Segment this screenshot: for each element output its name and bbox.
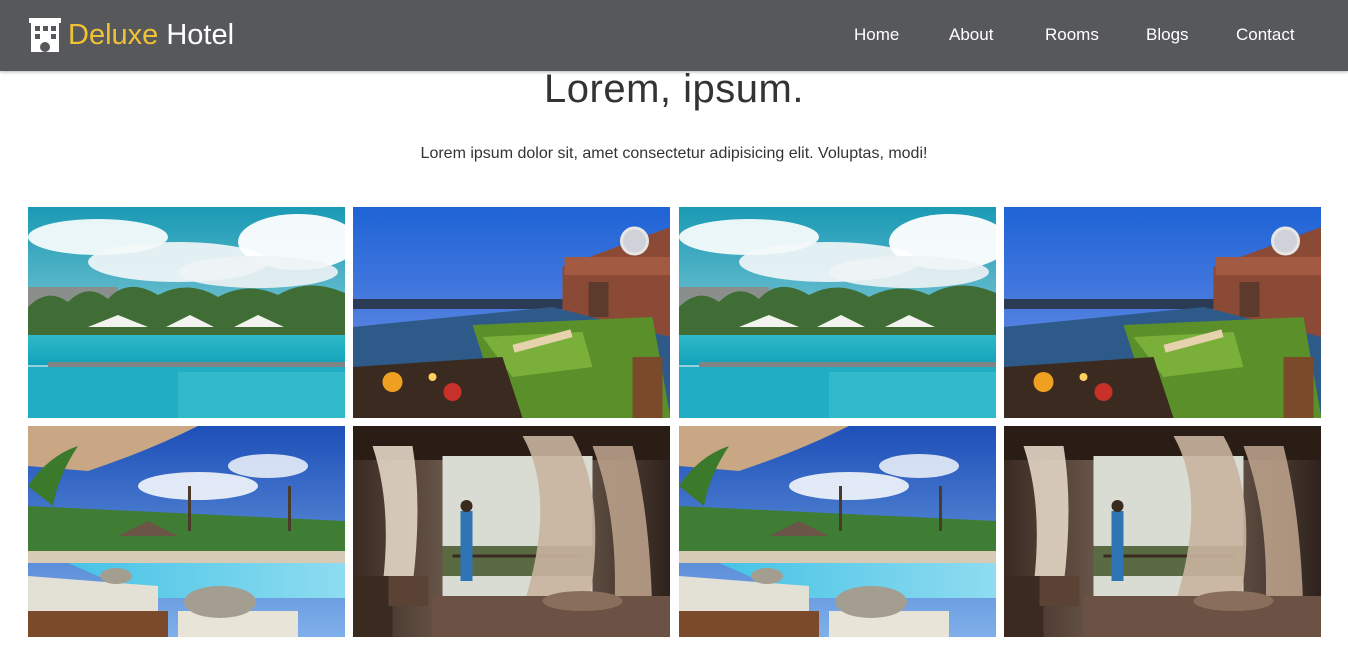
nav-link-about[interactable]: About (949, 24, 993, 46)
section-subtitle: Lorem ipsum dolor sit, amet consectetur … (420, 145, 928, 162)
gallery-photo-daytime-pool[interactable] (28, 207, 345, 418)
gallery-photo-sunset-terrace[interactable] (1004, 207, 1321, 418)
gallery-photo-tropical-pool[interactable] (28, 426, 345, 637)
section-title: Lorem, ipsum. (544, 67, 804, 111)
gallery-photo-daytime-pool[interactable] (679, 207, 996, 418)
nav-link-home[interactable]: Home (854, 24, 899, 46)
nav-link-blogs[interactable]: Blogs (1146, 24, 1189, 46)
top-navbar: Deluxe Hotel Home About Rooms Blogs Cont… (0, 0, 1348, 71)
gallery-photo-tropical-pool[interactable] (679, 426, 996, 637)
nav-link-rooms[interactable]: Rooms (1045, 24, 1099, 46)
hotel-building-icon (29, 18, 61, 52)
gallery-photo-canopy-bedroom[interactable] (353, 426, 670, 637)
brand-name-rest: Hotel (166, 19, 235, 51)
gallery-photo-canopy-bedroom[interactable] (1004, 426, 1321, 637)
brand-logo[interactable]: Deluxe Hotel (29, 17, 234, 53)
nav-link-contact[interactable]: Contact (1236, 24, 1295, 46)
brand-name: Deluxe Hotel (68, 17, 234, 53)
gallery-photo-sunset-terrace[interactable] (353, 207, 670, 418)
brand-name-accent: Deluxe (68, 19, 159, 51)
